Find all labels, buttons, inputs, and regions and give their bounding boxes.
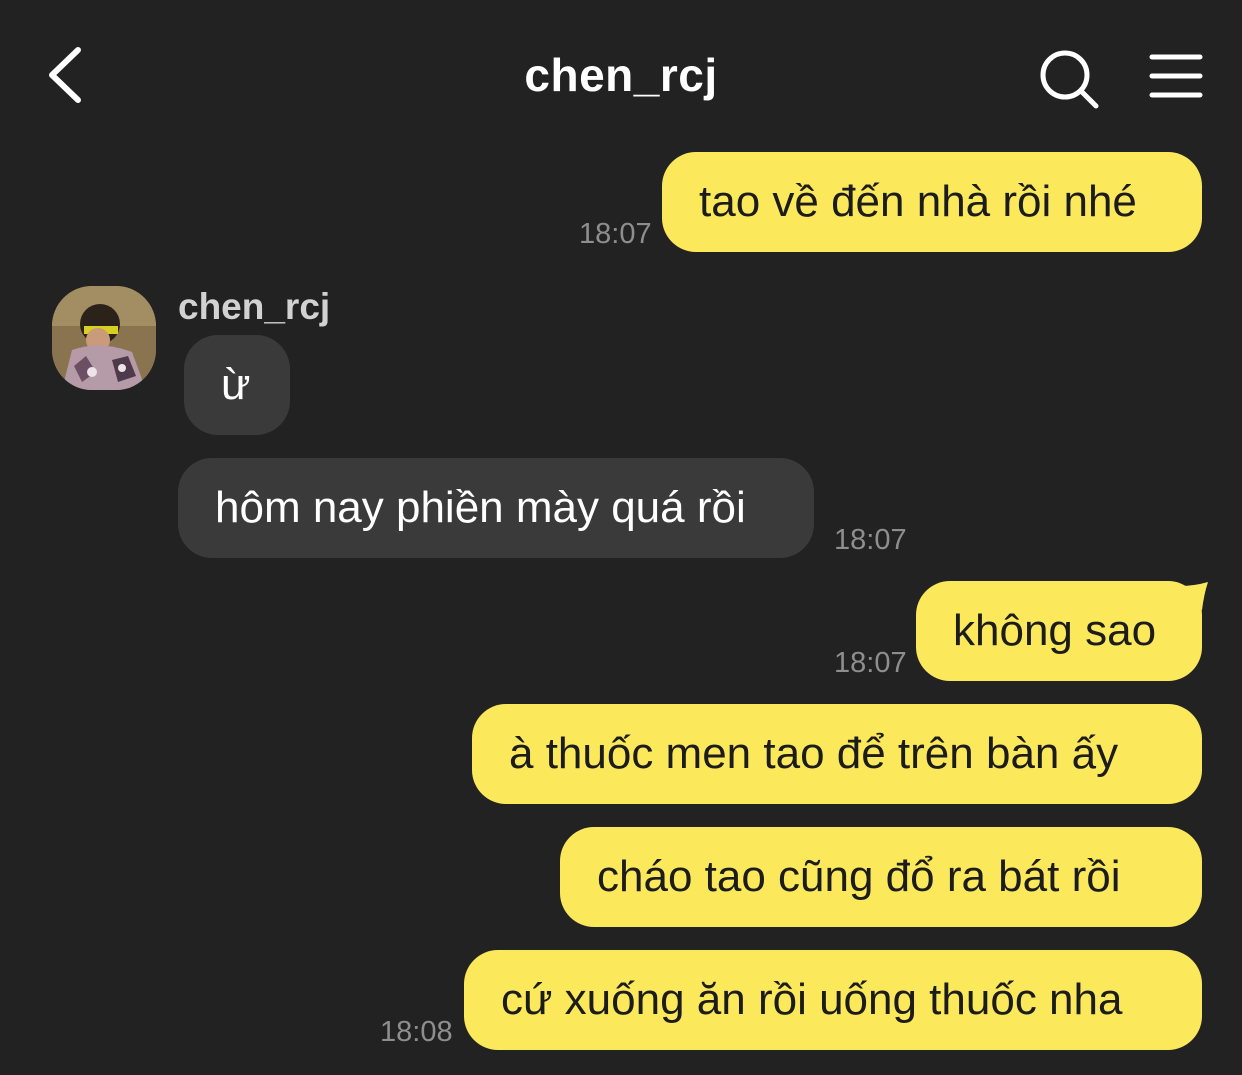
search-button[interactable] (1036, 46, 1102, 112)
bubble-tail (1180, 582, 1208, 610)
avatar-photo (52, 286, 156, 390)
my-message-bubble[interactable]: à thuốc men tao để trên bàn ấy (472, 704, 1202, 804)
menu-button[interactable] (1146, 52, 1206, 102)
my-message-bubble[interactable]: cháo tao cũng đổ ra bát rồi (560, 827, 1202, 927)
sender-name: chen_rcj (178, 286, 331, 327)
message-timestamp: 18:07 (834, 524, 907, 556)
my-message-bubble[interactable]: cứ xuống ăn rồi uống thuốc nha (464, 950, 1202, 1050)
message-timestamp: 18:08 (380, 1016, 453, 1048)
message-timestamp: 18:07 (579, 218, 652, 250)
search-icon (1040, 50, 1099, 109)
contact-avatar[interactable] (52, 286, 156, 390)
their-message-bubble[interactable]: hôm nay phiền mày quá rồi (178, 458, 814, 558)
their-message-bubble[interactable]: ừ (184, 335, 290, 435)
my-message-bubble[interactable]: tao về đến nhà rồi nhé (662, 152, 1202, 252)
my-message-bubble[interactable]: không sao (916, 581, 1202, 681)
message-timestamp: 18:07 (834, 647, 907, 679)
chat-header: chen_rcj (0, 0, 1242, 150)
hamburger-menu-icon (1149, 54, 1203, 98)
